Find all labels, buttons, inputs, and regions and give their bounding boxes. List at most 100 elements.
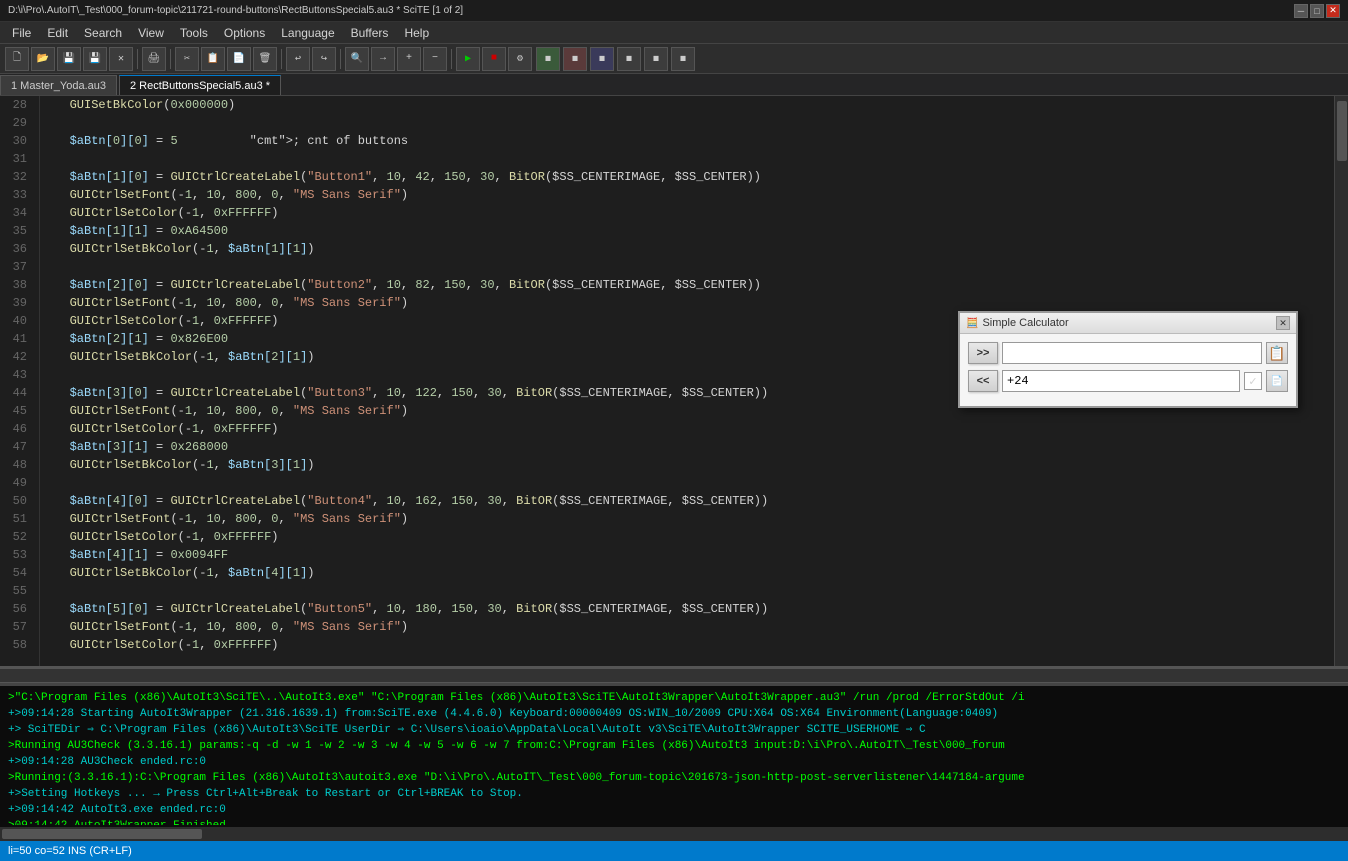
code-line: $aBtn[4][0] = GUICtrlCreateLabel("Button…	[48, 492, 1334, 510]
tb-find[interactable]: 🔍	[345, 47, 369, 71]
tab-1[interactable]: 2 RectButtonsSpecial5.au3 *	[119, 75, 281, 95]
tab-1-label: 2 RectButtonsSpecial5.au3 *	[130, 80, 270, 92]
tb-zoom-in[interactable]: +	[397, 47, 421, 71]
calc-input-field[interactable]	[1002, 342, 1262, 364]
calc-result-field[interactable]	[1002, 370, 1240, 392]
output-line: >"C:\Program Files (x86)\AutoIt3\SciTE\.…	[8, 690, 1340, 706]
tb-sep-4	[340, 49, 341, 69]
menu-tools[interactable]: Tools	[172, 24, 216, 42]
calculator-window: 🧮 Simple Calculator ✕ >> 📋 << ✓ 📄	[958, 311, 1298, 408]
calc-check-button[interactable]: ✓	[1244, 372, 1262, 390]
tb-close[interactable]: ✕	[109, 47, 133, 71]
code-line	[48, 582, 1334, 600]
code-line: $aBtn[5][0] = GUICtrlCreateLabel("Button…	[48, 600, 1334, 618]
calc-row-1: >> 📋	[968, 342, 1288, 364]
menu-language[interactable]: Language	[273, 24, 342, 42]
code-line: GUICtrlSetFont(-1, 10, 800, 0, "MS Sans …	[48, 186, 1334, 204]
tb-btn-extra5[interactable]: ◼	[644, 47, 668, 71]
output-line: +>Setting Hotkeys ... → Press Ctrl+Alt+B…	[8, 786, 1340, 802]
code-line: GUICtrlSetColor(-1, 0xFFFFFF)	[48, 204, 1334, 222]
menu-edit[interactable]: Edit	[39, 24, 76, 42]
tb-save-all[interactable]: 💾	[83, 47, 107, 71]
menu-options[interactable]: Options	[216, 24, 273, 42]
menu-help[interactable]: Help	[396, 24, 437, 42]
tb-zoom-out[interactable]: −	[423, 47, 447, 71]
code-line: GUICtrlSetColor(-1, 0xFFFFFF)	[48, 636, 1334, 654]
menu-buffers[interactable]: Buffers	[343, 24, 397, 42]
tb-find-next[interactable]: →	[371, 47, 395, 71]
tb-new[interactable]: 🗋	[5, 47, 29, 71]
tb-open[interactable]: 📂	[31, 47, 55, 71]
status-text: li=50 co=52 INS (CR+LF)	[8, 845, 132, 857]
code-line: $aBtn[1][1] = 0xA64500	[48, 222, 1334, 240]
code-line: GUICtrlSetColor(-1, 0xFFFFFF)	[48, 420, 1334, 438]
code-line	[48, 258, 1334, 276]
maximize-button[interactable]: □	[1310, 4, 1324, 18]
tb-sep-1	[137, 49, 138, 69]
code-line: GUICtrlSetColor(-1, 0xFFFFFF)	[48, 528, 1334, 546]
horizontal-scrollbar[interactable]	[0, 827, 1348, 841]
code-line	[48, 150, 1334, 168]
menu-bar: File Edit Search View Tools Options Lang…	[0, 22, 1348, 44]
code-line: GUISetBkColor(0x000000)	[48, 96, 1334, 114]
calculator-title-bar: 🧮 Simple Calculator ✕	[960, 313, 1296, 334]
tb-cut[interactable]: ✂	[175, 47, 199, 71]
tb-redo[interactable]: ↪	[312, 47, 336, 71]
calc-forward-button[interactable]: >>	[968, 342, 998, 364]
code-line: $aBtn[3][1] = 0x268000	[48, 438, 1334, 456]
calculator-body: >> 📋 << ✓ 📄	[960, 334, 1296, 406]
output-line: >Running AU3Check (3.3.16.1) params:-q -…	[8, 738, 1340, 754]
output-content: >"C:\Program Files (x86)\AutoIt3\SciTE\.…	[4, 688, 1344, 825]
code-line: $aBtn[4][1] = 0x0094FF	[48, 546, 1334, 564]
tb-save[interactable]: 💾	[57, 47, 81, 71]
tb-stop[interactable]: ■	[482, 47, 506, 71]
tab-0-label: 1 Master_Yoda.au3	[11, 80, 106, 92]
code-line: $aBtn[0][0] = 5 "cmt">; cnt of buttons	[48, 132, 1334, 150]
tb-btn-extra3[interactable]: ◼	[590, 47, 614, 71]
menu-file[interactable]: File	[4, 24, 39, 42]
tab-0[interactable]: 1 Master_Yoda.au3	[0, 75, 117, 95]
status-bar: li=50 co=52 INS (CR+LF)	[0, 841, 1348, 861]
tb-compile[interactable]: ⚙	[508, 47, 532, 71]
tb-btn-extra2[interactable]: ◼	[563, 47, 587, 71]
calc-back-button[interactable]: <<	[968, 370, 998, 392]
minimize-button[interactable]: ─	[1294, 4, 1308, 18]
close-button[interactable]: ✕	[1326, 4, 1340, 18]
tb-btn-extra1[interactable]: ◼	[536, 47, 560, 71]
output-panel: >"C:\Program Files (x86)\AutoIt3\SciTE\.…	[0, 683, 1348, 827]
calc-close-button[interactable]: ✕	[1276, 316, 1290, 330]
vertical-scrollbar[interactable]	[1334, 96, 1348, 666]
code-line: GUICtrlSetBkColor(-1, $aBtn[1][1])	[48, 240, 1334, 258]
calc-title-text: Simple Calculator	[982, 317, 1068, 329]
title-bar-buttons: ─ □ ✕	[1294, 4, 1340, 18]
output-line: >09:14:42 AutoIt3Wrapper Finished	[8, 818, 1340, 825]
tb-undo[interactable]: ↩	[286, 47, 310, 71]
title-text: D:\i\Pro\.AutoIT\_Test\000_forum-topic\2…	[8, 5, 463, 16]
tb-copy[interactable]: 📋	[201, 47, 225, 71]
tb-btn-extra4[interactable]: ◼	[617, 47, 641, 71]
calc-row-2: << ✓ 📄	[968, 370, 1288, 392]
calc-paste-button[interactable]: 📋	[1266, 342, 1288, 364]
tb-paste[interactable]: 📄	[227, 47, 251, 71]
output-line: +>09:14:42 AutoIt3.exe ended.rc:0	[8, 802, 1340, 818]
tb-run[interactable]: ▶	[456, 47, 480, 71]
menu-search[interactable]: Search	[76, 24, 130, 42]
tb-sep-2	[170, 49, 171, 69]
calc-copy-result-button[interactable]: 📄	[1266, 370, 1288, 392]
tb-sep-5	[451, 49, 452, 69]
output-line: +>09:14:28 Starting AutoIt3Wrapper (21.3…	[8, 706, 1340, 722]
tabs-bar: 1 Master_Yoda.au3 2 RectButtonsSpecial5.…	[0, 74, 1348, 96]
menu-view[interactable]: View	[130, 24, 172, 42]
output-separator[interactable]	[0, 669, 1348, 683]
scrollbar-thumb	[2, 829, 202, 839]
output-line: +>09:14:28 AU3Check ended.rc:0	[8, 754, 1340, 770]
code-line: GUICtrlSetFont(-1, 10, 800, 0, "MS Sans …	[48, 510, 1334, 528]
code-line	[48, 114, 1334, 132]
tb-delete[interactable]: 🗑	[253, 47, 277, 71]
output-line: +> SciTEDir ⇒ C:\Program Files (x86)\Aut…	[8, 722, 1340, 738]
tb-btn-extra6[interactable]: ◼	[671, 47, 695, 71]
code-line: GUICtrlSetFont(-1, 10, 800, 0, "MS Sans …	[48, 294, 1334, 312]
tb-print[interactable]: 🖨	[142, 47, 166, 71]
line-numbers: 2829303132333435363738394041424344454647…	[0, 96, 40, 666]
toolbar: 🗋 📂 💾 💾 ✕ 🖨 ✂ 📋 📄 🗑 ↩ ↪ 🔍 → + − ▶ ■ ⚙ ◼ …	[0, 44, 1348, 74]
